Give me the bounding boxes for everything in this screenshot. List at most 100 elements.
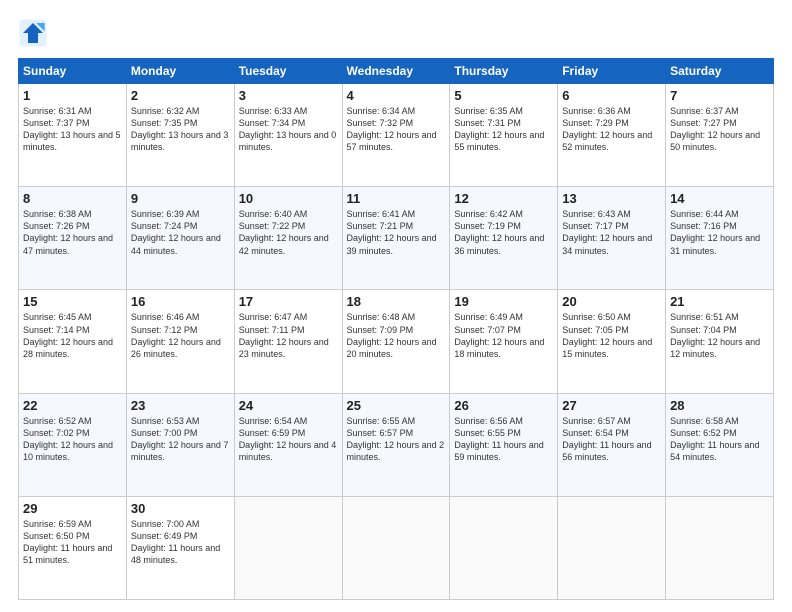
day-info: Sunrise: 6:31 AMSunset: 7:37 PMDaylight:… [23,106,121,152]
calendar-day-cell: 11 Sunrise: 6:41 AMSunset: 7:21 PMDayligh… [342,187,450,290]
day-number: 3 [239,88,338,103]
weekday-header: Thursday [450,59,558,84]
day-number: 24 [239,398,338,413]
day-info: Sunrise: 6:46 AMSunset: 7:12 PMDaylight:… [131,312,221,358]
calendar-day-cell: 16Sunrise: 6:46 AMSunset: 7:12 PMDayligh… [126,290,234,393]
day-info: Sunrise: 6:56 AMSunset: 6:55 PMDaylight:… [454,416,543,462]
calendar-day-cell: 5 Sunrise: 6:35 AMSunset: 7:31 PMDaylight… [450,84,558,187]
day-number: 15 [23,294,122,309]
calendar-day-cell: 28 Sunrise: 6:58 AMSunset: 6:52 PMDayligh… [666,393,774,496]
day-info: Sunrise: 6:42 AMSunset: 7:19 PMDaylight:… [454,209,544,255]
logo-icon [18,18,48,48]
empty-cell [450,496,558,599]
day-info: Sunrise: 6:54 AMSunset: 6:59 PMDaylight:… [239,416,337,462]
day-number: 18 [347,294,446,309]
day-info: Sunrise: 6:34 AMSunset: 7:32 PMDaylight:… [347,106,437,152]
day-number: 14 [670,191,769,206]
day-info: Sunrise: 6:39 AMSunset: 7:24 PMDaylight:… [131,209,221,255]
day-number: 21 [670,294,769,309]
day-info: Sunrise: 6:32 AMSunset: 7:35 PMDaylight:… [131,106,229,152]
day-number: 8 [23,191,122,206]
weekday-header: Sunday [19,59,127,84]
calendar-table: SundayMondayTuesdayWednesdayThursdayFrid… [18,58,774,600]
day-info: Sunrise: 6:49 AMSunset: 7:07 PMDaylight:… [454,312,544,358]
day-info: Sunrise: 6:33 AMSunset: 7:34 PMDaylight:… [239,106,337,152]
calendar-day-cell: 14 Sunrise: 6:44 AMSunset: 7:16 PMDayligh… [666,187,774,290]
day-number: 23 [131,398,230,413]
weekday-header: Saturday [666,59,774,84]
day-number: 12 [454,191,553,206]
day-number: 27 [562,398,661,413]
day-info: Sunrise: 6:55 AMSunset: 6:57 PMDaylight:… [347,416,445,462]
day-number: 26 [454,398,553,413]
calendar-week-row: 8 Sunrise: 6:38 AMSunset: 7:26 PMDaylight… [19,187,774,290]
weekday-header: Friday [558,59,666,84]
empty-cell [342,496,450,599]
day-info: Sunrise: 6:35 AMSunset: 7:31 PMDaylight:… [454,106,544,152]
calendar-day-cell: 13 Sunrise: 6:43 AMSunset: 7:17 PMDayligh… [558,187,666,290]
calendar-day-cell: 20 Sunrise: 6:50 AMSunset: 7:05 PMDayligh… [558,290,666,393]
calendar-day-cell: 15 Sunrise: 6:45 AMSunset: 7:14 PMDayligh… [19,290,127,393]
calendar-header-row: SundayMondayTuesdayWednesdayThursdayFrid… [19,59,774,84]
day-info: Sunrise: 6:37 AMSunset: 7:27 PMDaylight:… [670,106,760,152]
day-info: Sunrise: 6:38 AMSunset: 7:26 PMDaylight:… [23,209,113,255]
day-number: 4 [347,88,446,103]
day-info: Sunrise: 6:45 AMSunset: 7:14 PMDaylight:… [23,312,113,358]
day-info: Sunrise: 6:36 AMSunset: 7:29 PMDaylight:… [562,106,652,152]
day-info: Sunrise: 6:48 AMSunset: 7:09 PMDaylight:… [347,312,437,358]
day-number: 5 [454,88,553,103]
calendar-day-cell: 17 Sunrise: 6:47 AMSunset: 7:11 PMDayligh… [234,290,342,393]
day-info: Sunrise: 6:59 AMSunset: 6:50 PMDaylight:… [23,519,112,565]
header [18,18,774,48]
day-number: 1 [23,88,122,103]
day-number: 17 [239,294,338,309]
calendar-day-cell: 29 Sunrise: 6:59 AMSunset: 6:50 PMDayligh… [19,496,127,599]
calendar-day-cell: 24 Sunrise: 6:54 AMSunset: 6:59 PMDayligh… [234,393,342,496]
empty-cell [558,496,666,599]
day-info: Sunrise: 6:41 AMSunset: 7:21 PMDaylight:… [347,209,437,255]
day-info: Sunrise: 6:43 AMSunset: 7:17 PMDaylight:… [562,209,652,255]
day-info: Sunrise: 6:47 AMSunset: 7:11 PMDaylight:… [239,312,329,358]
calendar-day-cell: 3 Sunrise: 6:33 AMSunset: 7:34 PMDaylight… [234,84,342,187]
logo [18,18,52,48]
day-info: Sunrise: 6:53 AMSunset: 7:00 PMDaylight:… [131,416,229,462]
day-number: 19 [454,294,553,309]
day-number: 25 [347,398,446,413]
day-info: Sunrise: 6:50 AMSunset: 7:05 PMDaylight:… [562,312,652,358]
calendar-day-cell: 1 Sunrise: 6:31 AMSunset: 7:37 PMDaylight… [19,84,127,187]
calendar-day-cell: 25 Sunrise: 6:55 AMSunset: 6:57 PMDayligh… [342,393,450,496]
calendar-week-row: 29 Sunrise: 6:59 AMSunset: 6:50 PMDayligh… [19,496,774,599]
day-number: 10 [239,191,338,206]
calendar-day-cell: 8 Sunrise: 6:38 AMSunset: 7:26 PMDaylight… [19,187,127,290]
day-info: Sunrise: 6:44 AMSunset: 7:16 PMDaylight:… [670,209,760,255]
calendar-week-row: 22 Sunrise: 6:52 AMSunset: 7:02 PMDayligh… [19,393,774,496]
calendar-day-cell: 4 Sunrise: 6:34 AMSunset: 7:32 PMDaylight… [342,84,450,187]
weekday-header: Monday [126,59,234,84]
calendar-day-cell: 2Sunrise: 6:32 AMSunset: 7:35 PMDaylight… [126,84,234,187]
day-number: 6 [562,88,661,103]
day-number: 9 [131,191,230,206]
day-number: 22 [23,398,122,413]
day-number: 28 [670,398,769,413]
calendar-day-cell: 18 Sunrise: 6:48 AMSunset: 7:09 PMDayligh… [342,290,450,393]
day-info: Sunrise: 6:58 AMSunset: 6:52 PMDaylight:… [670,416,759,462]
calendar-day-cell: 12 Sunrise: 6:42 AMSunset: 7:19 PMDayligh… [450,187,558,290]
empty-cell [666,496,774,599]
day-number: 11 [347,191,446,206]
calendar-day-cell: 9 Sunrise: 6:39 AMSunset: 7:24 PMDaylight… [126,187,234,290]
day-number: 29 [23,501,122,516]
day-number: 13 [562,191,661,206]
calendar-day-cell: 10 Sunrise: 6:40 AMSunset: 7:22 PMDayligh… [234,187,342,290]
calendar-day-cell: 19 Sunrise: 6:49 AMSunset: 7:07 PMDayligh… [450,290,558,393]
day-info: Sunrise: 6:40 AMSunset: 7:22 PMDaylight:… [239,209,329,255]
empty-cell [234,496,342,599]
day-number: 7 [670,88,769,103]
calendar-day-cell: 23 Sunrise: 6:53 AMSunset: 7:00 PMDayligh… [126,393,234,496]
day-info: Sunrise: 7:00 AMSunset: 6:49 PMDaylight:… [131,519,220,565]
calendar-day-cell: 21Sunrise: 6:51 AMSunset: 7:04 PMDayligh… [666,290,774,393]
calendar-day-cell: 7 Sunrise: 6:37 AMSunset: 7:27 PMDaylight… [666,84,774,187]
day-number: 20 [562,294,661,309]
calendar-week-row: 1 Sunrise: 6:31 AMSunset: 7:37 PMDaylight… [19,84,774,187]
calendar-day-cell: 26 Sunrise: 6:56 AMSunset: 6:55 PMDayligh… [450,393,558,496]
day-info: Sunrise: 6:52 AMSunset: 7:02 PMDaylight:… [23,416,113,462]
